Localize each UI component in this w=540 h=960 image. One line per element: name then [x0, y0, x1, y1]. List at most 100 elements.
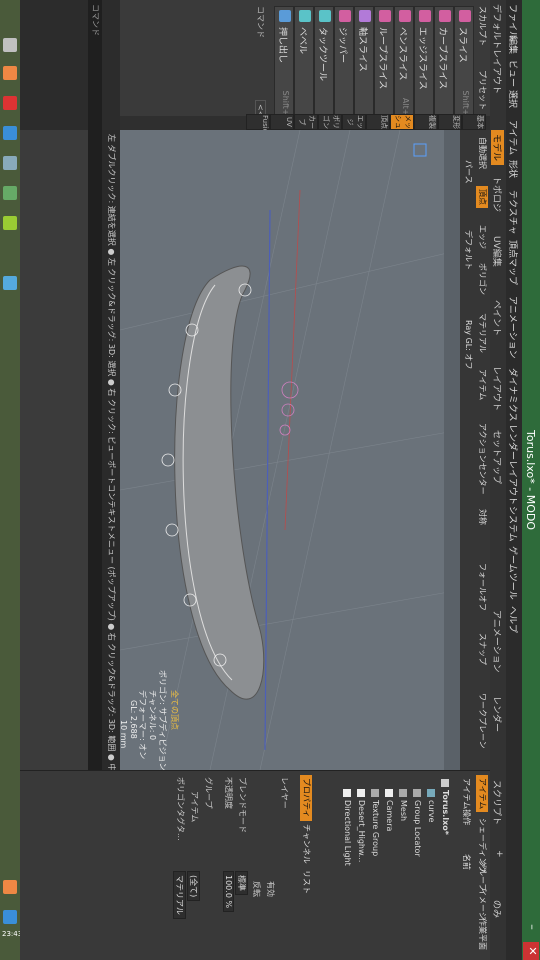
tab-layout[interactable]: レイアウト [491, 366, 504, 411]
edge-mode-button[interactable]: エッジ [476, 222, 488, 252]
sculpt-label[interactable]: スカルプト [477, 6, 488, 46]
enabled-checkbox[interactable]: 有効 [265, 881, 276, 897]
menu-dynamics[interactable]: ダイナミクス [507, 368, 520, 422]
tab-vertex[interactable]: 頂点 [366, 114, 390, 130]
channel-info: チャンネル: 0 [148, 690, 157, 741]
tab-uv[interactable]: UV編集 [491, 236, 504, 267]
blend-mode-select[interactable]: 標準 [235, 871, 248, 895]
menu-animation[interactable]: アニメーション [507, 296, 520, 359]
tab-setup[interactable]: セットアップ [491, 430, 504, 484]
app-icon[interactable] [3, 96, 17, 110]
start-icon[interactable] [3, 38, 17, 52]
tree-directional-light[interactable]: Directional Light [340, 789, 352, 959]
tab-items[interactable]: アイテム [476, 775, 488, 813]
tab-channels[interactable]: チャンネル [300, 821, 312, 867]
tab-basic[interactable]: 基本 [462, 114, 486, 130]
app-icon[interactable] [3, 186, 17, 200]
tab-paint[interactable]: ペイント [491, 300, 504, 336]
menu-gametools[interactable]: ゲームツール [507, 546, 520, 600]
zipper-tool-button[interactable]: ジッパー [334, 6, 354, 126]
tree-desert-highway[interactable]: Desert_Highw... [354, 789, 366, 959]
modo-icon[interactable] [3, 276, 17, 290]
tab-workplane[interactable]: 作業平面 [476, 915, 488, 953]
menu-item[interactable]: アイテム [507, 120, 520, 155]
app-icon[interactable] [3, 216, 17, 230]
opacity-field[interactable]: 100.0 % [223, 871, 234, 913]
pen-slice-tool-button[interactable]: ペンスライス Alt+C [394, 6, 414, 126]
tab-polygon[interactable]: ポリゴン [318, 114, 342, 130]
loop-slice-tool-button[interactable]: ループスライス [374, 6, 394, 126]
workplane-button[interactable]: ワークプレーン [476, 690, 488, 752]
tab-model[interactable]: モデル [491, 130, 504, 166]
tree-group-locator[interactable]: Group Locator [410, 789, 422, 959]
menu-layout[interactable]: レイアウト [507, 460, 520, 505]
3d-viewport[interactable]: 全ての頂点 ポリゴン: サブディビジョン チャンネル: 0 デフォーマー: オン… [120, 130, 460, 770]
menu-system[interactable]: システム [507, 506, 520, 542]
tab-script[interactable]: スクリプト [491, 780, 504, 825]
add-tab-button[interactable]: + [494, 850, 504, 858]
tab-render[interactable]: レンダー [491, 696, 504, 732]
auto-select-button[interactable]: 自動選択 [476, 134, 488, 172]
close-icon[interactable]: ✕ [523, 942, 539, 960]
command-line[interactable]: コマンド [88, 0, 102, 770]
browser-icon[interactable] [3, 66, 17, 80]
item-select[interactable]: (全て) [187, 871, 200, 902]
menu-file[interactable]: ファイル [507, 4, 520, 40]
only-toggle[interactable]: のみ [491, 900, 504, 918]
menu-select[interactable]: 選択 [507, 90, 520, 108]
tree-scene[interactable]: Torus.lxo* [438, 779, 450, 949]
item-ops-label[interactable]: アイテム操作 [460, 775, 472, 828]
axis-slice-tool-button[interactable]: 軸スライス [354, 6, 374, 126]
tab-animation[interactable]: アニメーション [491, 610, 504, 673]
tab-curve[interactable]: カーブ [294, 114, 318, 130]
tab-fusion[interactable]: Fusion [246, 114, 270, 137]
falloff-button[interactable]: フォールオフ [476, 560, 488, 614]
bevel-tool-button[interactable]: ベベル B [294, 6, 314, 126]
tack-tool-button[interactable]: タックツール [314, 6, 334, 126]
tab-properties[interactable]: プロパティ [300, 775, 312, 821]
menu-edit[interactable]: 編集 [507, 36, 520, 54]
layout-preset[interactable]: デフォルトレイアウト [491, 4, 504, 94]
extrude-tool-button[interactable]: 押し出し Shift+X [274, 6, 294, 126]
zipper-icon [339, 10, 351, 22]
edge-slice-tool-button[interactable]: エッジスライス C [414, 6, 434, 126]
tab-duplicate[interactable]: 複製 [414, 114, 438, 130]
menu-texture[interactable]: テクスチャ [507, 190, 520, 235]
tab-list[interactable]: リスト [300, 867, 312, 897]
tab-uv[interactable]: UV [270, 114, 294, 130]
layout-bar: デフォルトレイアウト モデル トポロジ UV編集 ペイント レイアウト セットア… [490, 0, 506, 960]
menu-render[interactable]: レンダー [507, 424, 520, 460]
symmetry-button[interactable]: 対称 [476, 506, 488, 528]
perspective-dropdown[interactable]: パース [462, 160, 474, 184]
material-mode-button[interactable]: マテリアル [476, 310, 488, 356]
app-icon[interactable] [3, 156, 17, 170]
snap-button[interactable]: スナップ [476, 630, 488, 668]
tab-edge[interactable]: エッジ [342, 114, 366, 130]
menu-geometry[interactable]: 形状 [507, 160, 520, 178]
invert-checkbox[interactable]: 反転 [251, 881, 262, 897]
shading-dropdown[interactable]: デフォルト [462, 230, 474, 270]
slice-tool-button[interactable]: スライス Shift+C [454, 6, 474, 126]
action-center-button[interactable]: アクションセンター [476, 420, 488, 498]
curve-slice-tool-button[interactable]: カーブスライス [434, 6, 454, 126]
tree-texture-group[interactable]: Texture Group [368, 789, 380, 959]
tab-topology[interactable]: トポロジ [491, 176, 504, 212]
polytag-select[interactable]: マテリアル [173, 871, 186, 919]
tree-curve[interactable]: curve [424, 789, 436, 959]
preset-label[interactable]: プリセット [477, 70, 488, 110]
browser-icon[interactable] [3, 880, 17, 894]
menu-vertexmap[interactable]: 頂点マップ [507, 240, 520, 285]
tab-deform[interactable]: 変形 [438, 114, 462, 130]
tree-camera[interactable]: Camera [382, 789, 394, 959]
vertex-mode-button[interactable]: 頂点 [476, 186, 488, 208]
item-mode-button[interactable]: アイテム [476, 366, 488, 403]
raygl-toggle[interactable]: Ray GL: オフ [462, 320, 474, 369]
polygon-mode-button[interactable]: ポリゴン [476, 260, 488, 298]
tab-mesh[interactable]: メッシュ [390, 114, 414, 130]
minimize-icon[interactable]: – [523, 918, 539, 936]
tree-mesh[interactable]: Mesh [396, 789, 408, 959]
menu-help[interactable]: ヘルプ [507, 606, 520, 633]
menu-view[interactable]: ビュー [507, 60, 520, 87]
app-icon[interactable] [3, 910, 17, 924]
app-icon[interactable] [3, 126, 17, 140]
